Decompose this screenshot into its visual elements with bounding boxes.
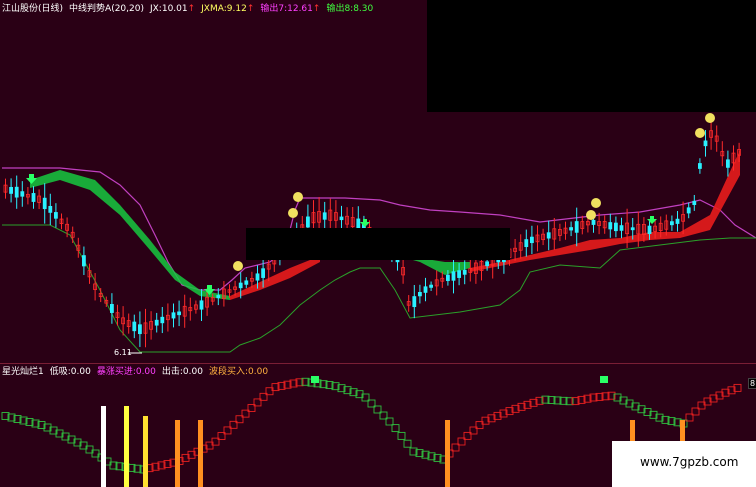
sub-indicator-name: 星光灿烂1 (2, 367, 44, 377)
candle-body (485, 261, 490, 267)
candle-body (48, 205, 53, 213)
candle-body (238, 282, 243, 289)
candle-body (412, 296, 417, 308)
smiley-icon (591, 198, 601, 208)
signal-bar (175, 420, 180, 487)
candle-body (423, 286, 428, 293)
candle-body (614, 222, 618, 232)
stock-chart-window: 江山股份(日线) 中线判势A(20,20) JX:10.01↑ JXMA:9.1… (0, 0, 756, 487)
candle-body (20, 191, 25, 197)
candle-body (177, 311, 182, 316)
down-arrow-icon (360, 219, 370, 227)
low-suck-value: 低吸:0.00 (49, 367, 91, 377)
price-panel[interactable]: 江山股份(日线) 中线判势A(20,20) JX:10.01↑ JXMA:9.1… (0, 0, 756, 389)
candle-body (305, 216, 310, 228)
signal-marker (600, 376, 608, 383)
candle-body (244, 280, 249, 285)
candle-body (670, 221, 674, 226)
candle-body (675, 218, 680, 224)
candle-body (9, 187, 14, 194)
smiley-icon (233, 261, 243, 271)
signal-bar (198, 420, 203, 487)
surge-buy-value: 暴涨买进:0.00 (96, 367, 156, 377)
low-price-label: 6.11 (114, 348, 132, 357)
candle-body (686, 207, 691, 214)
signal-bar (124, 406, 129, 487)
candle-body (110, 304, 114, 313)
redacted-overlay-top-right (427, 0, 756, 112)
candle-body (692, 200, 697, 205)
indicator-panel[interactable]: 星光灿烂1 低吸:0.00 暴涨买进:0.00 出击:0.00 波段买入:0.0… (0, 363, 756, 487)
indicator-box (391, 424, 400, 433)
candle-body (339, 216, 344, 221)
candle-body (608, 222, 613, 230)
indicator-name: 中线判势A(20,20) (69, 4, 144, 14)
candle-body (445, 274, 450, 282)
candle-body (216, 295, 221, 299)
output8-value: 输出8:8.30 (326, 4, 374, 14)
exit-value: 出击:0.00 (161, 367, 203, 377)
candle-body (14, 186, 19, 198)
jx-value: JX:10.01↑ (149, 4, 196, 14)
down-trend-band (30, 170, 230, 300)
candle-body (574, 221, 579, 233)
candle-body (417, 291, 422, 297)
candle-body (261, 268, 266, 278)
candle-body (647, 225, 652, 235)
candle-body (31, 193, 36, 202)
signal-bar (445, 420, 450, 487)
signal-bar (143, 416, 148, 487)
redacted-overlay-middle (246, 228, 510, 260)
candle-body (199, 300, 204, 310)
candle-body (726, 159, 730, 168)
jxma-value: JXMA:9.12↑ (201, 4, 255, 14)
main-legend: 江山股份(日线) 中线判势A(20,20) JX:10.01↑ JXMA:9.1… (2, 2, 373, 16)
candle-body (546, 232, 551, 239)
candle-body (591, 219, 596, 225)
indicator-box (397, 431, 406, 440)
candle-body (82, 255, 86, 267)
candle-body (42, 197, 47, 210)
candle-body (322, 212, 327, 220)
smiley-icon (288, 208, 298, 218)
candle-body (457, 270, 462, 278)
signal-bar (101, 406, 106, 487)
up-trend-band (230, 256, 320, 300)
candle-body (569, 227, 573, 231)
candle-body (630, 227, 635, 231)
smiley-icon (586, 210, 596, 220)
candle-body (137, 324, 142, 335)
candle-body (154, 319, 159, 326)
watermark-text: www.7gpzb.com (640, 455, 739, 469)
candle-body (524, 239, 529, 248)
candle-body (698, 163, 702, 169)
stock-name: 江山股份(日线) (2, 4, 64, 14)
wave-buy-value: 波段买入:0.00 (208, 367, 269, 377)
sub-legend: 星光灿烂1 低吸:0.00 暴涨买进:0.00 出击:0.00 波段买入:0.0… (2, 365, 268, 379)
signal-marker (311, 376, 319, 383)
candle-body (54, 212, 58, 219)
candle-body (132, 321, 137, 332)
smiley-icon (705, 113, 715, 123)
candle-body (171, 312, 176, 319)
candle-body (255, 273, 260, 281)
candle-body (160, 316, 165, 324)
candle-body (530, 236, 534, 244)
output7-value: 输出7:12.61↑ (260, 4, 321, 14)
candle-body (462, 269, 467, 275)
smiley-icon (695, 128, 705, 138)
candle-body (619, 225, 624, 231)
candle-body (451, 271, 456, 281)
candle-body (429, 284, 434, 288)
smiley-icon (293, 192, 303, 202)
candle-body (703, 140, 708, 147)
watermark: www.7gpzb.com (612, 441, 756, 487)
indicator-box (403, 439, 412, 448)
